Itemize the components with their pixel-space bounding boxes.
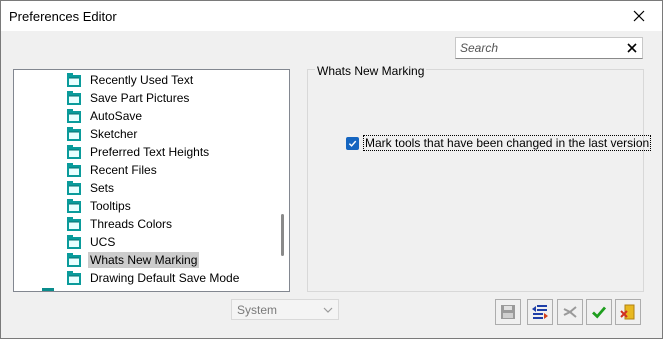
tree-item-label: Whats New Marking xyxy=(88,252,200,268)
tree-item[interactable]: Sketcher xyxy=(66,125,276,143)
folder-icon xyxy=(67,217,81,231)
reset-button[interactable] xyxy=(557,299,583,325)
search-input[interactable] xyxy=(460,40,620,56)
window-title: Preferences Editor xyxy=(9,9,117,24)
tree-item[interactable]: Preferred Text Heights xyxy=(66,143,276,161)
tree-scroll-thumb[interactable] xyxy=(281,214,284,256)
scope-select-value: System xyxy=(237,303,278,317)
close-button[interactable] xyxy=(616,1,662,31)
tree-item-label: Drawing Default Save Mode xyxy=(90,271,240,285)
tree-item[interactable]: AutoSave xyxy=(66,107,276,125)
preferences-tree[interactable]: Recently Used Text Save Part Pictures Auto… xyxy=(13,69,290,292)
tree-item[interactable]: Tooltips xyxy=(66,197,276,215)
tree-item[interactable]: Sets xyxy=(66,179,276,197)
folder-icon xyxy=(67,127,81,141)
tree-item[interactable]: Threads Colors xyxy=(66,215,276,233)
folder-icon xyxy=(67,163,81,177)
tree-item-label: AutoSave xyxy=(90,109,143,123)
tree-item[interactable]: UCS xyxy=(66,233,276,251)
chevron-down-icon xyxy=(323,307,333,313)
folder-icon xyxy=(67,109,81,123)
tree-scrollbar[interactable] xyxy=(278,70,289,291)
tree-item-label: Threads Colors xyxy=(90,217,173,231)
ok-button[interactable] xyxy=(586,299,612,325)
partial-tree-icon xyxy=(42,288,54,291)
folder-icon xyxy=(67,199,81,213)
clear-search-icon[interactable] xyxy=(626,42,638,54)
folder-icon xyxy=(67,181,81,195)
exit-door-icon xyxy=(620,304,635,320)
preferences-editor-window: Preferences Editor Recently Used Text Sav… xyxy=(0,0,663,339)
folder-icon xyxy=(67,253,81,267)
group-title: Whats New Marking xyxy=(315,64,427,78)
green-check-icon xyxy=(592,306,607,319)
tree-item[interactable]: Save Part Pictures xyxy=(66,89,276,107)
tree-item-label: UCS xyxy=(90,235,116,249)
tree-item-label: Recent Files xyxy=(90,163,157,177)
tree-item-label: Sketcher xyxy=(90,127,138,141)
folder-icon xyxy=(67,271,81,285)
folder-icon xyxy=(67,235,81,249)
tree-item-label: Sets xyxy=(90,181,115,195)
mark-changed-tools-label[interactable]: Mark tools that have been changed in the… xyxy=(363,135,652,151)
folder-icon xyxy=(67,145,81,159)
tree-item[interactable]: Recently Used Text xyxy=(66,71,276,89)
settings-group-box xyxy=(307,69,644,292)
folder-icon xyxy=(67,73,81,87)
compare-button[interactable] xyxy=(527,299,553,325)
mark-changed-tools-checkbox[interactable] xyxy=(346,136,359,150)
close-icon xyxy=(633,10,645,22)
scope-select[interactable]: System xyxy=(231,299,339,320)
tree-item[interactable]: Whats New Marking xyxy=(66,251,276,269)
tree-item-label: Tooltips xyxy=(90,199,131,213)
exit-button[interactable] xyxy=(615,299,641,325)
save-button[interactable] xyxy=(495,299,521,325)
folder-icon xyxy=(67,91,81,105)
tree-item[interactable]: Recent Files xyxy=(66,161,276,179)
tree-item-label: Recently Used Text xyxy=(90,73,194,87)
search-box[interactable] xyxy=(455,37,643,59)
floppy-disk-icon xyxy=(501,305,515,319)
checkmark-icon xyxy=(348,140,357,147)
tree-item-label: Save Part Pictures xyxy=(90,91,190,105)
tree-item-label: Preferred Text Heights xyxy=(90,145,210,159)
reset-arrows-icon xyxy=(563,306,577,318)
title-bar[interactable]: Preferences Editor xyxy=(1,1,662,31)
mark-changed-tools-option[interactable]: Mark tools that have been changed in the… xyxy=(346,135,652,151)
compare-list-icon xyxy=(532,305,548,319)
tree-item[interactable]: Drawing Default Save Mode xyxy=(66,269,276,287)
